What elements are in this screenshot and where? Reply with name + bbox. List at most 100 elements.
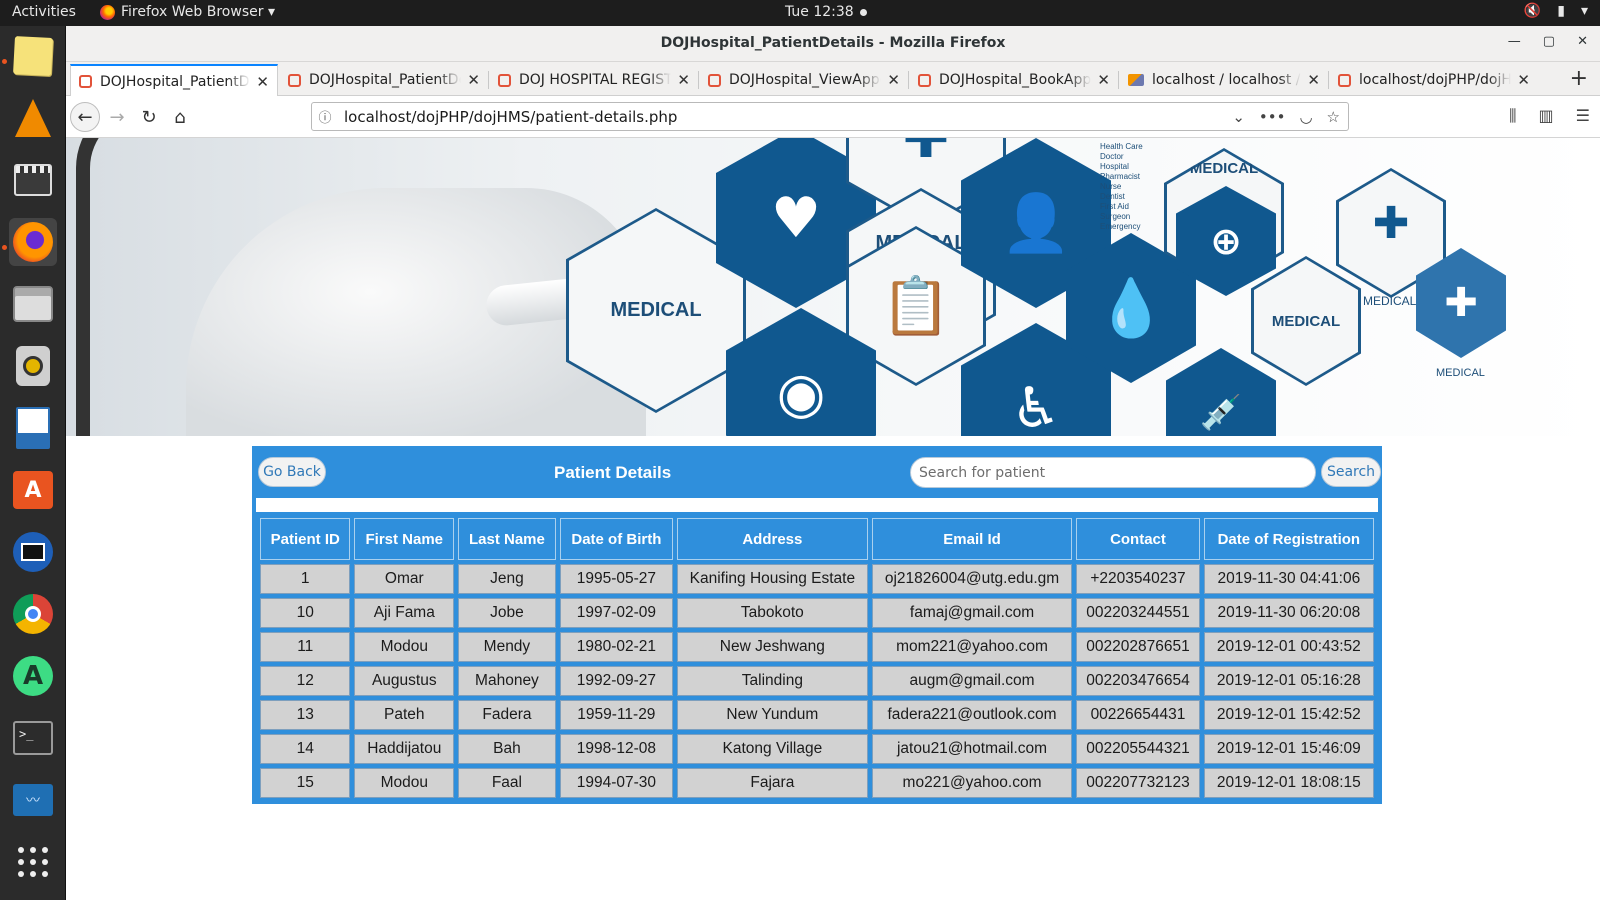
table-cell: 1997-02-09 (559, 598, 673, 628)
tab-register[interactable]: DOJ HOSPITAL REGISTER ✕ (490, 64, 698, 96)
minimize-icon[interactable]: — (1508, 34, 1521, 49)
tab-separator (1118, 71, 1119, 89)
url-dropdown-icon[interactable]: ⌄ (1232, 108, 1245, 126)
table-cell: Jeng (458, 564, 556, 594)
volume-muted-icon[interactable]: 🔇 (1524, 3, 1541, 19)
column-header: Date of Registration (1203, 518, 1374, 560)
page-content: MEDICAL ♥ ✚ MEDICAL 📋 ◉ 👤 ♿ 💧 Health Car… (66, 138, 1600, 900)
notes-app-icon[interactable] (9, 32, 57, 80)
search-input[interactable]: Search for patient (910, 457, 1316, 488)
close-tab-icon[interactable]: ✕ (1097, 71, 1110, 89)
window-titlebar[interactable]: DOJHospital_PatientDetails - Mozilla Fir… (66, 26, 1600, 62)
table-cell: 1 (260, 564, 351, 594)
medical-label: MEDICAL (1363, 294, 1417, 308)
clock[interactable]: Tue 12:38 (785, 4, 867, 20)
reload-icon[interactable]: ↻ (134, 102, 164, 132)
tab-separator (488, 71, 489, 89)
chrome-icon[interactable] (9, 590, 57, 638)
home-icon[interactable]: ⌂ (165, 102, 195, 132)
table-cell: 002205544321 (1076, 734, 1200, 764)
html-icon (918, 73, 931, 87)
table-cell: 002203476654 (1076, 666, 1200, 696)
close-tab-icon[interactable]: ✕ (1517, 71, 1530, 89)
close-icon[interactable]: ✕ (1577, 34, 1588, 49)
table-cell: augm@gmail.com (871, 666, 1073, 696)
table-cell: Aji Fama (354, 598, 455, 628)
files-icon[interactable] (9, 280, 57, 328)
android-studio-icon[interactable]: A (9, 652, 57, 700)
table-cell: Mahoney (458, 666, 556, 696)
activities-button[interactable]: Activities (12, 4, 76, 20)
column-header: Contact (1076, 518, 1200, 560)
tab-dojhms[interactable]: localhost/dojPHP/dojHMS ✕ (1330, 64, 1538, 96)
table-row: 11 Modou Mendy 1980-02-21 New Jeshwang mom221… (260, 632, 1374, 662)
hamburger-menu-icon[interactable]: ☰ (1576, 106, 1590, 126)
go-back-button[interactable]: Go Back (258, 457, 326, 487)
html-icon (708, 73, 721, 87)
tab-phpmyadmin[interactable]: localhost / localhost / hms ✕ (1120, 64, 1328, 96)
pocket-icon[interactable]: ◡ (1299, 108, 1312, 126)
maximize-icon[interactable]: ▢ (1543, 34, 1555, 49)
new-tab-icon[interactable]: + (1570, 66, 1588, 91)
close-tab-icon[interactable]: ✕ (467, 71, 480, 89)
system-top-bar: Activities Firefox Web Browser ▾ Tue 12:… (0, 0, 1600, 26)
table-cell: 1980-02-21 (559, 632, 673, 662)
close-tab-icon[interactable]: ✕ (256, 73, 269, 91)
firefox-icon[interactable] (9, 218, 57, 266)
table-cell: Fadera (458, 700, 556, 730)
column-header: First Name (354, 518, 455, 560)
libreoffice-writer-icon[interactable] (9, 404, 57, 452)
close-tab-icon[interactable]: ✕ (1307, 71, 1320, 89)
show-apps-icon[interactable] (9, 838, 57, 886)
table-row: 1 Omar Jeng 1995-05-27 Kanifing Housing Esta… (260, 564, 1374, 594)
tab-view-appointments[interactable]: DOJHospital_ViewAppointments ✕ (700, 64, 908, 96)
page-actions-icon[interactable]: ••• (1259, 108, 1286, 126)
tab-separator (698, 71, 699, 89)
battery-icon[interactable]: ▮ (1557, 3, 1565, 19)
chevron-down-icon[interactable]: ▾ (1581, 3, 1588, 19)
table-row: 12 Augustus Mahoney 1992-09-27 Talinding augm… (260, 666, 1374, 696)
search-button[interactable]: Search (1321, 457, 1381, 487)
table-cell: 10 (260, 598, 351, 628)
syringe-icon: 💉 (1166, 348, 1276, 436)
table-cell: Haddijatou (354, 734, 455, 764)
vlc-icon[interactable] (9, 94, 57, 142)
table-cell: fadera221@outlook.com (871, 700, 1073, 730)
tab-patient-details-2[interactable]: DOJHospital_PatientDetails ✕ (280, 64, 488, 96)
clock-label: Tue 12:38 (785, 4, 854, 20)
html-icon (79, 75, 92, 88)
tab-book-appointment[interactable]: DOJHospital_BookAppointment ✕ (910, 64, 1118, 96)
app-menu[interactable]: Firefox Web Browser ▾ (100, 4, 275, 20)
column-header: Patient ID (260, 518, 351, 560)
media-player-icon[interactable] (9, 528, 57, 576)
medical-banner-image: MEDICAL ♥ ✚ MEDICAL 📋 ◉ 👤 ♿ 💧 Health Car… (66, 138, 1600, 436)
sidebar-icon[interactable]: ▥ (1539, 106, 1554, 126)
library-icon[interactable]: ⫼ (1509, 106, 1516, 126)
patient-details-panel: Go Back Patient Details Search for patie… (252, 446, 1382, 804)
bookmark-star-icon[interactable]: ☆ (1327, 108, 1340, 126)
back-icon[interactable]: ← (70, 102, 100, 132)
terminal-icon[interactable]: >_ (9, 714, 57, 762)
app-menu-label: Firefox Web Browser ▾ (121, 4, 275, 20)
running-indicator (2, 59, 7, 64)
table-cell: Augustus (354, 666, 455, 696)
site-info-icon[interactable]: ⓘ (312, 107, 338, 126)
table-cell: Faal (458, 768, 556, 798)
tab-patient-details-1[interactable]: DOJHospital_PatientDetails ✕ (70, 64, 278, 97)
search-placeholder: Search for patient (919, 464, 1046, 481)
table-row: 13 Pateh Fadera 1959-11-29 New Yundum fadera2… (260, 700, 1374, 730)
system-monitor-icon[interactable]: 〰 (9, 776, 57, 824)
table-cell: jatou21@hotmail.com (871, 734, 1073, 764)
url-bar[interactable]: ⓘ localhost/dojPHP/dojHMS/patient-detail… (311, 102, 1349, 131)
video-editor-icon[interactable] (9, 156, 57, 204)
table-cell: 1959-11-29 (559, 700, 673, 730)
table-cell: 14 (260, 734, 351, 764)
software-center-icon[interactable]: A (9, 466, 57, 514)
speaker-app-icon[interactable] (9, 342, 57, 390)
system-tray[interactable]: 🔇 ▮ ▾ (1524, 3, 1588, 19)
url-text[interactable]: localhost/dojPHP/dojHMS/patient-details.… (338, 108, 1232, 126)
table-cell: 15 (260, 768, 351, 798)
close-tab-icon[interactable]: ✕ (677, 71, 690, 89)
close-tab-icon[interactable]: ✕ (887, 71, 900, 89)
forward-icon[interactable]: → (102, 102, 132, 132)
